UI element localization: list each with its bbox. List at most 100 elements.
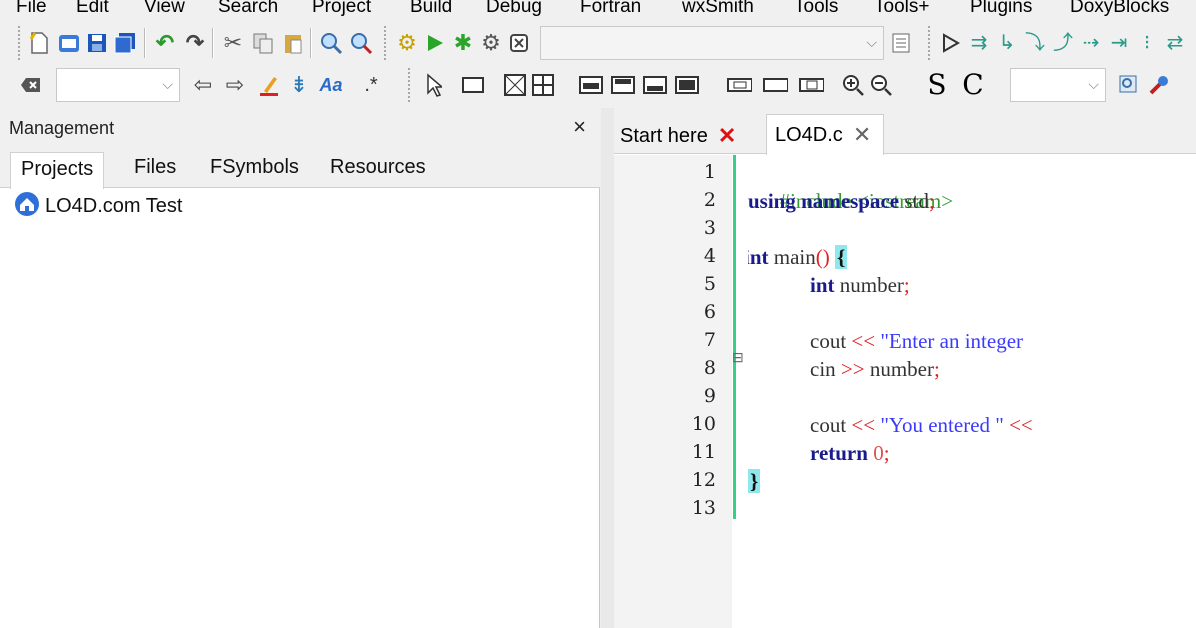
clear-search-icon[interactable] (18, 71, 44, 99)
line-number: 2 (703, 189, 716, 211)
new-file-icon[interactable] (26, 29, 52, 57)
menu-file[interactable]: File (16, 0, 47, 20)
debug-step-instruction-icon[interactable]: ⇥ (1106, 29, 1132, 57)
code-token: cout (810, 329, 847, 353)
build-run-icon[interactable]: ✱ (450, 29, 476, 57)
management-title: Management (9, 118, 115, 138)
properties-icon[interactable] (798, 71, 824, 99)
menu-wxsmith[interactable]: wxSmith (682, 0, 754, 20)
search-symbol-icon[interactable] (1116, 71, 1142, 99)
grid-sizer-icon[interactable] (530, 71, 556, 99)
debug-step-into-icon[interactable]: ⤵ (1022, 29, 1048, 57)
menu-plugins[interactable]: Plugins (970, 0, 1032, 20)
font-s-button[interactable]: S (924, 71, 950, 99)
search-combo[interactable]: ⌵ (56, 68, 180, 102)
insert-after-icon[interactable] (642, 71, 668, 99)
close-tab-icon[interactable]: ✕ (718, 123, 736, 149)
menu-doxyblocks[interactable]: DoxyBlocks (1070, 0, 1169, 20)
menu-tools[interactable]: Tools (794, 0, 838, 20)
code-token: ; (934, 357, 940, 381)
code-line: cout << "Enter an integer (810, 327, 1023, 355)
editor-area: Start here ✕ LO4D.c ✕ 1 2 3 4 5 6 7 8 9 … (614, 108, 1196, 628)
undo-icon[interactable]: ↶ (152, 29, 178, 57)
save-all-icon[interactable] (112, 29, 138, 57)
redo-icon[interactable]: ↷ (182, 29, 208, 57)
menu-edit[interactable]: Edit (76, 0, 109, 20)
replace-icon[interactable] (348, 29, 374, 57)
menu-project[interactable]: Project (312, 0, 371, 20)
line-number: 5 (703, 273, 716, 295)
debug-next-instruction-icon[interactable]: ⇢ (1078, 29, 1104, 57)
main-toolbar: ↶ ↷ ✂ ⚙ ✱ ⚙ ⌵ ⇉ ↳ ⤵ ⤴ ⇢ ⇥ ⁝ ⇄ (0, 22, 1196, 64)
menu-view[interactable]: View (144, 0, 185, 20)
open-file-icon[interactable] (56, 29, 82, 57)
menu-debug[interactable]: Debug (486, 0, 542, 20)
tab-files[interactable]: Files (134, 156, 176, 179)
menu-tools-plus[interactable]: Tools+ (874, 0, 929, 20)
tab-resources[interactable]: Resources (330, 156, 426, 179)
close-icon[interactable]: × (573, 114, 586, 140)
jump-back-icon[interactable]: ⇦ (190, 71, 216, 99)
tab-lo4d-c[interactable]: LO4D.c ✕ (766, 114, 885, 155)
project-tree-item[interactable]: LO4D.com Test (14, 191, 182, 220)
regex-icon[interactable]: .* (358, 71, 384, 99)
run-icon[interactable] (422, 29, 448, 57)
jump-forward-icon[interactable]: ⇨ (222, 71, 248, 99)
code-token: int (748, 245, 769, 269)
close-tab-icon[interactable]: ✕ (853, 122, 871, 148)
find-icon[interactable] (318, 29, 344, 57)
code-editor[interactable]: #include <iostream> using namespace std;… (748, 155, 1196, 628)
rebuild-icon[interactable]: ⚙ (478, 29, 504, 57)
build-target-select[interactable]: ⌵ (540, 26, 884, 60)
debug-step-out-icon[interactable]: ⤴ (1050, 29, 1076, 57)
code-token: ; (903, 273, 910, 297)
abort-icon[interactable] (506, 29, 532, 57)
box-sizer-icon[interactable] (502, 71, 528, 99)
code-line: int main() { (748, 243, 848, 271)
debug-run-to-cursor-icon[interactable]: ⇉ (966, 29, 992, 57)
menu-search[interactable]: Search (218, 0, 278, 20)
font-c-button[interactable]: C (960, 71, 986, 99)
menu-build[interactable]: Build (410, 0, 452, 20)
tab-fsymbols[interactable]: FSymbols (210, 156, 299, 179)
build-icon[interactable]: ⚙ (394, 29, 420, 57)
symbol-combo[interactable]: ⌵ (1010, 68, 1106, 102)
toolbar-grip[interactable] (18, 26, 22, 60)
code-token: >> (840, 357, 865, 381)
zoom-out-icon[interactable] (868, 71, 894, 99)
debug-start-icon[interactable] (938, 29, 964, 57)
code-line: return 0; (810, 439, 890, 467)
select-pointer-icon[interactable] (420, 71, 446, 99)
tab-projects[interactable]: Projects (10, 152, 105, 189)
highlight-icon[interactable] (256, 71, 282, 99)
preview-icon[interactable] (762, 71, 788, 99)
panel-widget-icon[interactable] (460, 71, 486, 99)
zoom-in-icon[interactable] (840, 71, 866, 99)
paste-icon[interactable] (280, 29, 306, 57)
debug-stop-icon[interactable]: ⇄ (1162, 29, 1188, 57)
delete-widget-icon[interactable] (726, 71, 752, 99)
debug-next-line-icon[interactable]: ↳ (994, 29, 1020, 57)
code-token: number (839, 273, 904, 297)
insert-into-icon[interactable] (578, 71, 604, 99)
panel-splitter[interactable] (601, 108, 614, 628)
menu-bar: File Edit View Search Project Build Debu… (0, 0, 1196, 20)
tab-start-here[interactable]: Start here ✕ (620, 118, 736, 154)
debug-window-icon[interactable] (888, 29, 914, 57)
insert-before-icon[interactable] (610, 71, 636, 99)
copy-icon[interactable] (250, 29, 276, 57)
code-token: { (835, 245, 848, 269)
tools-wrench-icon[interactable] (1146, 71, 1172, 99)
management-panel: Management × Projects Files FSymbols Res… (0, 108, 600, 628)
bookmark-icon[interactable]: ⇟ (286, 71, 312, 99)
line-number: 7 (703, 329, 716, 351)
menu-fortran[interactable]: Fortran (580, 0, 641, 20)
debug-break-icon[interactable]: ⁝ (1134, 29, 1160, 57)
cut-icon[interactable]: ✂ (220, 29, 246, 57)
code-token: << (851, 413, 876, 437)
code-token: << (851, 329, 876, 353)
save-icon[interactable] (84, 29, 110, 57)
fold-marker-icon[interactable]: ⊟ (732, 349, 744, 366)
match-case-icon[interactable]: Aa (318, 71, 344, 99)
insert-parent-icon[interactable] (674, 71, 700, 99)
